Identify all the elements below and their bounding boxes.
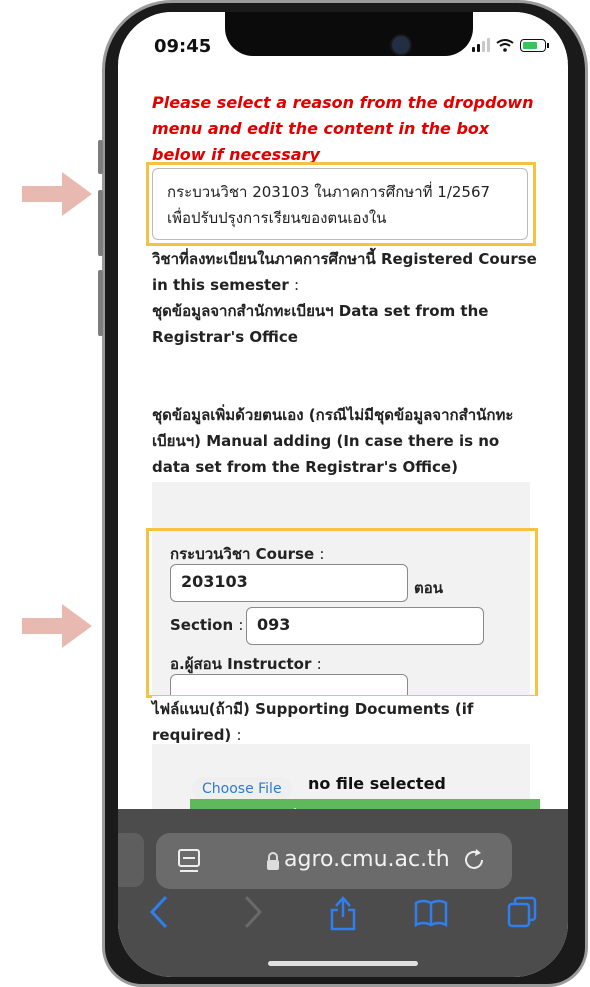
highlight-box xyxy=(146,162,536,246)
pointer-arrow-icon xyxy=(22,604,92,648)
battery-icon xyxy=(520,38,549,52)
tabs-icon[interactable] xyxy=(506,893,538,931)
notch xyxy=(225,12,473,56)
supporting-docs-label: ไฟล์แนบ(ถ้ามี) Supporting Documents (if … xyxy=(152,696,542,748)
pointer-arrow-icon xyxy=(22,172,92,216)
camera-icon xyxy=(390,34,412,56)
volume-down-button xyxy=(98,270,103,336)
registered-course-label: วิชาที่ลงทะเบียนในภาคการศึกษานี้ Registe… xyxy=(152,246,542,298)
colon: : xyxy=(236,726,242,744)
home-indicator[interactable] xyxy=(268,961,418,966)
bookmarks-icon[interactable] xyxy=(414,893,448,931)
registrar-data-text: ชุดข้อมูลจากสำนักทะเบียนฯ Data set from … xyxy=(152,302,489,346)
registered-course-text: วิชาที่ลงทะเบียนในภาคการศึกษานี้ Registe… xyxy=(152,250,537,294)
volume-up-button xyxy=(98,190,103,256)
manual-adding-label: ชุดข้อมูลเพิ่มด้วยตนเอง (กรณีไม่มีชุดข้อ… xyxy=(152,406,514,476)
no-file-text: no file selected xyxy=(308,774,446,793)
wifi-icon xyxy=(496,39,514,52)
web-content: Please select a reason from the dropdown… xyxy=(140,70,550,830)
status-bar: 09:45 xyxy=(118,12,568,62)
url-text: agro.cmu.ac.th xyxy=(284,847,450,872)
previous-tab-peek[interactable] xyxy=(118,833,144,887)
warning-message: Please select a reason from the dropdown… xyxy=(152,93,534,164)
lock-icon xyxy=(267,852,279,870)
registrar-data-label: ชุดข้อมูลจากสำนักทะเบียนฯ Data set from … xyxy=(152,298,542,350)
supporting-docs-text: ไฟล์แนบ(ถ้ามี) Supporting Documents (if … xyxy=(152,700,474,744)
back-icon[interactable] xyxy=(148,893,170,931)
page-menu-icon[interactable] xyxy=(178,849,200,873)
share-icon[interactable] xyxy=(328,893,358,931)
reload-icon[interactable] xyxy=(462,847,488,873)
colon: : xyxy=(294,276,300,294)
safari-toolbar: agro.cmu.ac.th xyxy=(118,809,568,977)
forward-icon[interactable] xyxy=(242,893,264,931)
status-icons xyxy=(472,38,549,52)
highlight-box xyxy=(146,528,538,698)
choose-file-button[interactable]: Choose File xyxy=(192,777,292,801)
signal-icon xyxy=(472,38,490,52)
phone-screen: Please select a reason from the dropdown… xyxy=(118,12,568,977)
clock: 09:45 xyxy=(154,36,212,57)
address-bar[interactable]: agro.cmu.ac.th xyxy=(156,833,512,889)
mute-switch xyxy=(98,140,103,174)
